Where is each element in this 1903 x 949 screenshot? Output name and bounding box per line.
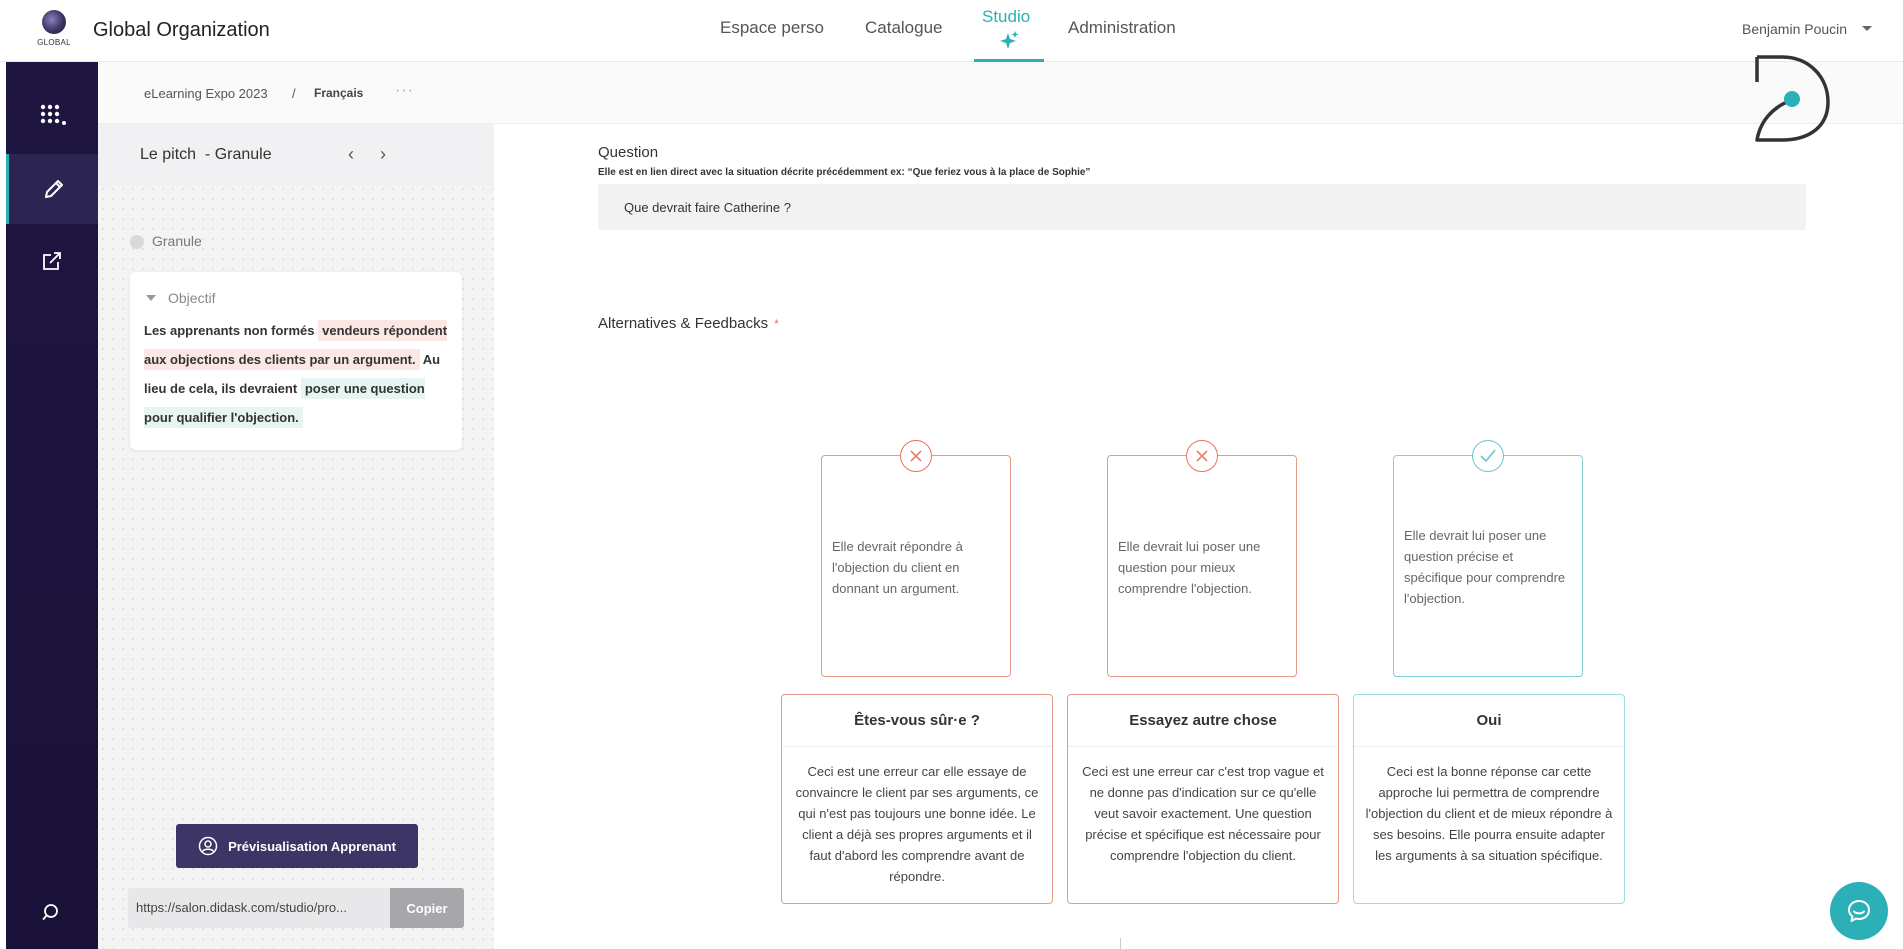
breadcrumb-language[interactable]: Français: [314, 86, 363, 100]
sparkle-icon: [1000, 31, 1019, 49]
organization-name: Global Organization: [93, 19, 270, 41]
caret-down-icon[interactable]: [146, 295, 156, 301]
alternative-text-2[interactable]: Elle devrait lui poser une question pour…: [1118, 456, 1288, 678]
alternatives-label: Alternatives & Feedbacks *: [598, 315, 779, 332]
apps-grid-button[interactable]: [6, 80, 98, 150]
nav-administration[interactable]: Administration: [1068, 18, 1176, 38]
feedback-card-2[interactable]: Essayez autre chose Ceci est une erreur …: [1067, 694, 1339, 904]
alternative-text-3[interactable]: Elle devrait lui poser une question préc…: [1404, 456, 1574, 678]
alternative-text-1[interactable]: Elle devrait répondre à l'objection du c…: [832, 456, 1002, 678]
alternative-card-3[interactable]: Elle devrait lui poser une question préc…: [1393, 455, 1583, 677]
didask-logo-icon: [1755, 55, 1830, 142]
check-status-icon[interactable]: [1472, 440, 1504, 472]
alternatives-title: Alternatives & Feedbacks: [598, 315, 769, 332]
question-input[interactable]: [598, 184, 1806, 230]
feedback-text-3[interactable]: Ceci est la bonne réponse car cette appr…: [1364, 761, 1614, 866]
search-icon: [42, 904, 58, 920]
alternative-card-1[interactable]: Elle devrait répondre à l'objection du c…: [821, 455, 1011, 677]
learner-preview-button[interactable]: Prévisualisation Apprenant: [176, 824, 418, 868]
required-mark: *: [774, 317, 779, 331]
chat-icon: [1848, 900, 1870, 922]
logo-orb-icon: [42, 10, 66, 34]
top-bar: GLOBAL Global Organization Espace perso …: [0, 0, 1903, 62]
feedback-title-1[interactable]: Êtes-vous sûr·e ?: [782, 695, 1052, 747]
granule-label: Granule: [152, 233, 202, 249]
user-circle-icon: [198, 836, 218, 856]
copy-button[interactable]: Copier: [390, 888, 464, 928]
user-menu[interactable]: Benjamin Poucin: [1742, 21, 1847, 37]
feedback-card-1[interactable]: Êtes-vous sûr·e ? Ceci est une erreur ca…: [781, 694, 1053, 904]
objective-text: Les apprenants non formés vendeurs répon…: [144, 316, 454, 432]
feedback-title-3[interactable]: Oui: [1354, 695, 1624, 747]
granule-panel: Le pitch - Granule ‹ › Granule Objectif …: [98, 124, 494, 949]
search-button[interactable]: [6, 888, 98, 938]
nav-catalogue[interactable]: Catalogue: [865, 18, 943, 38]
feedback-title-2[interactable]: Essayez autre chose: [1068, 695, 1338, 747]
chevron-down-icon[interactable]: [1862, 26, 1872, 31]
next-granule-button[interactable]: ›: [380, 144, 386, 165]
wrong-status-icon[interactable]: [900, 440, 932, 472]
feedback-text-2[interactable]: Ceci est une erreur car c'est trop vague…: [1078, 761, 1328, 866]
granule-title: Le pitch - Granule: [140, 146, 272, 163]
wrong-status-icon[interactable]: [1186, 440, 1218, 472]
logo-text: GLOBAL: [37, 38, 71, 47]
objective-title[interactable]: Objectif: [168, 290, 215, 306]
more-options-button[interactable]: ···: [395, 82, 414, 100]
question-label: Question: [598, 144, 659, 161]
nav-studio[interactable]: Studio: [982, 7, 1030, 27]
chat-support-button[interactable]: [1830, 882, 1888, 940]
breadcrumb: eLearning Expo 2023 / Français ···: [98, 62, 1903, 124]
breadcrumb-course[interactable]: eLearning Expo 2023: [144, 86, 268, 101]
external-link-icon: [43, 252, 61, 270]
feedback-card-3[interactable]: Oui Ceci est la bonne réponse car cette …: [1353, 694, 1625, 904]
feedback-text-1[interactable]: Ceci est une erreur car elle essaye de c…: [792, 761, 1042, 887]
breadcrumb-separator: /: [292, 86, 296, 101]
side-rail: [6, 62, 98, 949]
objective-card: Objectif Les apprenants non formés vende…: [130, 272, 462, 450]
learner-preview-label: Prévisualisation Apprenant: [228, 838, 396, 854]
pencil-icon: [44, 180, 63, 198]
edit-button[interactable]: [6, 154, 98, 224]
granule-status-dot: [130, 235, 144, 249]
objective-part-1: Les apprenants non formés: [144, 323, 315, 338]
grid-dots-icon: [40, 104, 66, 125]
add-alternative-connector: [1120, 938, 1121, 949]
question-hint: Elle est en lien direct avec la situatio…: [598, 167, 1091, 178]
previous-granule-button[interactable]: ‹: [348, 144, 354, 165]
nav-espace-perso[interactable]: Espace perso: [720, 18, 824, 38]
alternative-card-2[interactable]: Elle devrait lui poser une question pour…: [1107, 455, 1297, 677]
organization-logo[interactable]: GLOBAL: [34, 10, 74, 50]
granule-panel-header: Le pitch - Granule ‹ ›: [98, 124, 494, 186]
share-url-field[interactable]: https://salon.didask.com/studio/pro...: [128, 888, 390, 928]
external-link-button[interactable]: [6, 226, 98, 296]
